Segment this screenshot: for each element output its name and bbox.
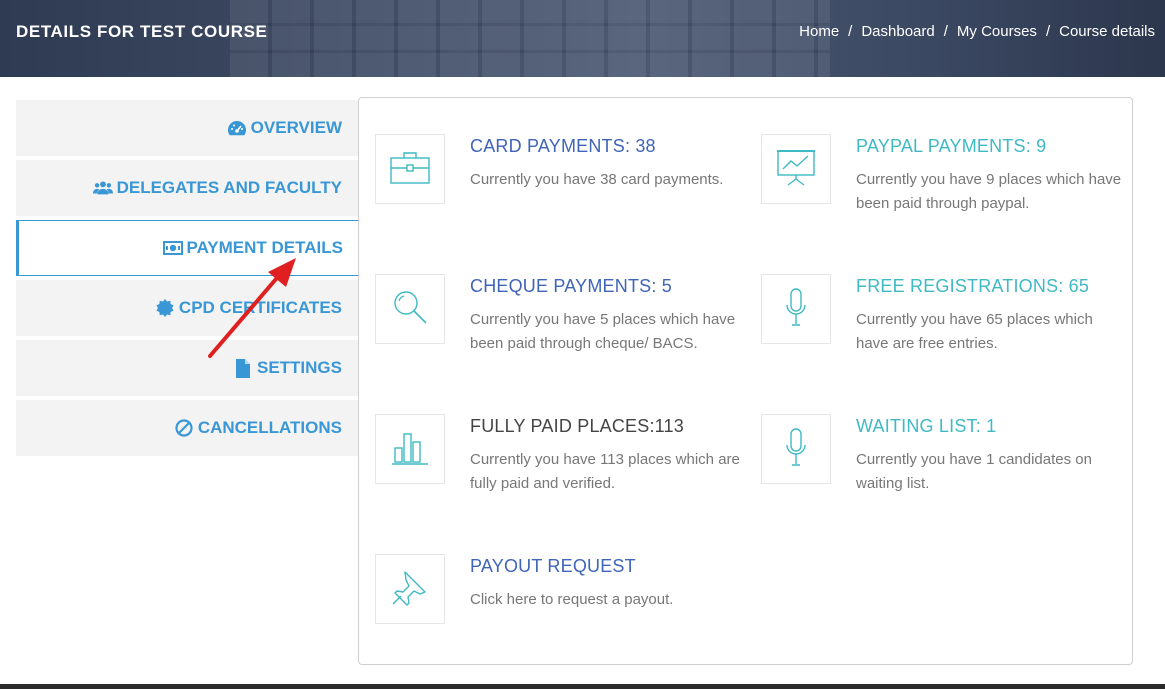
fully-paid-places-tile[interactable]: FULLY PAID PLACES:113 Currently you have… — [375, 414, 745, 524]
breadcrumb-current: Course details — [1059, 23, 1155, 40]
breadcrumb-separator: / — [1045, 23, 1051, 40]
magnifier-icon — [391, 288, 429, 331]
sidebar-item-label: OVERVIEW — [250, 118, 342, 137]
free-registrations-tile[interactable]: FREE REGISTRATIONS: 65 Currently you hav… — [761, 274, 1131, 384]
breadcrumb-separator: / — [943, 23, 948, 40]
sidebar-item-overview[interactable]: OVERVIEW — [16, 100, 358, 156]
footer-strip — [0, 684, 1165, 689]
tile-icon-box — [761, 274, 831, 344]
paypal-payments-tile[interactable]: PAYPAL PAYMENTS: 9 Currently you have 9 … — [761, 134, 1131, 244]
free-registrations-title[interactable]: FREE REGISTRATIONS: 65 — [856, 276, 1089, 297]
sidebar-item-cancellations[interactable]: CANCELLATIONS — [16, 400, 358, 456]
sidebar-item-delegates-and-faculty[interactable]: DELEGATES AND FACULTY — [16, 160, 358, 216]
breadcrumb-my-courses-link[interactable]: My Courses — [957, 23, 1037, 40]
fully-paid-places-title[interactable]: FULLY PAID PLACES:113 — [470, 416, 684, 437]
breadcrumb-separator: / — [848, 23, 853, 40]
breadcrumb-dashboard-link[interactable]: Dashboard — [861, 23, 934, 40]
card-payments-tile[interactable]: CARD PAYMENTS: 38 Currently you have 38 … — [375, 134, 745, 244]
payment-details-panel: CARD PAYMENTS: 38 Currently you have 38 … — [358, 97, 1133, 665]
breadcrumb-home-link[interactable]: Home — [799, 23, 839, 40]
page-header-banner: DETAILS FOR TEST COURSE Home / Dashboard… — [0, 0, 1165, 77]
cheque-payments-title[interactable]: CHEQUE PAYMENTS: 5 — [470, 276, 672, 297]
presentation-chart-icon — [776, 147, 816, 192]
tile-icon-box — [375, 134, 445, 204]
tile-icon-box — [761, 134, 831, 204]
fully-paid-places-description: Currently you have 113 places which are … — [470, 451, 740, 492]
sidebar-item-label: DELEGATES AND FACULTY — [116, 178, 342, 197]
tile-icon-box — [761, 414, 831, 484]
waiting-list-tile[interactable]: WAITING LIST: 1 Currently you have 1 can… — [761, 414, 1131, 524]
microphone-icon — [784, 287, 808, 332]
bar-chart-icon — [391, 428, 429, 471]
briefcase-icon — [390, 150, 430, 189]
card-payments-title[interactable]: CARD PAYMENTS: 38 — [470, 136, 656, 157]
pin-icon — [391, 568, 429, 611]
annotation-arrow-icon — [208, 258, 296, 358]
free-registrations-description: Currently you have 65 places which have … — [856, 311, 1093, 352]
card-payments-description: Currently you have 38 card payments. — [470, 171, 724, 188]
breadcrumb: Home / Dashboard / My Courses / Course d… — [799, 23, 1155, 40]
sidebar-item-label: CANCELLATIONS — [197, 418, 342, 437]
dashboard-icon — [227, 119, 247, 137]
payout-request-description: Click here to request a payout. — [470, 591, 674, 608]
tile-icon-box — [375, 414, 445, 484]
money-icon — [162, 239, 183, 257]
waiting-list-title[interactable]: WAITING LIST: 1 — [856, 416, 996, 437]
microphone-icon — [784, 427, 808, 472]
cheque-payments-description: Currently you have 5 places which have b… — [470, 311, 736, 352]
banner-background-keyboard — [230, 0, 830, 77]
certificate-icon — [155, 299, 175, 317]
users-icon — [92, 179, 113, 197]
payout-request-title[interactable]: PAYOUT REQUEST — [470, 556, 636, 577]
ban-icon — [174, 419, 194, 437]
paypal-payments-description: Currently you have 9 places which have b… — [856, 171, 1122, 212]
cheque-payments-tile[interactable]: CHEQUE PAYMENTS: 5 Currently you have 5 … — [375, 274, 745, 384]
tile-icon-box — [375, 554, 445, 624]
tile-icon-box — [375, 274, 445, 344]
page-title: DETAILS FOR TEST COURSE — [16, 22, 268, 41]
waiting-list-description: Currently you have 1 candidates on waiti… — [856, 451, 1092, 492]
paypal-payments-title[interactable]: PAYPAL PAYMENTS: 9 — [856, 136, 1046, 157]
payout-request-tile[interactable]: PAYOUT REQUEST Click here to request a p… — [375, 554, 745, 664]
